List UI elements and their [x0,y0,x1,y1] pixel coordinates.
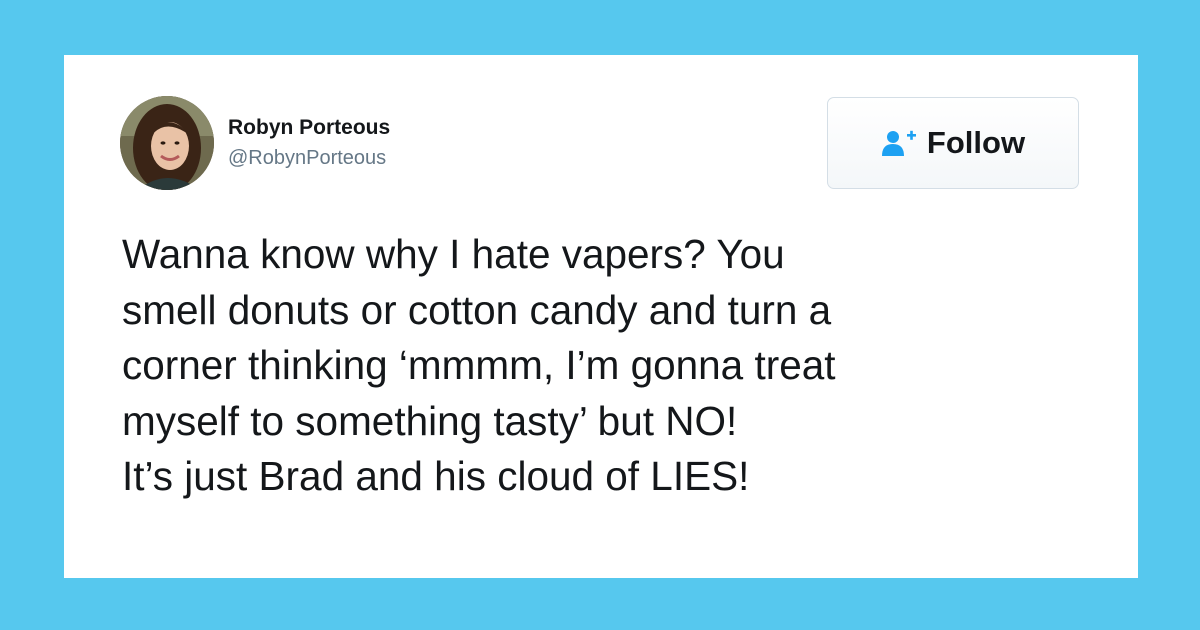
tweet-line: smell donuts or cotton candy and turn a [122,286,832,333]
follow-button-label: Follow [926,125,1026,160]
author-handle[interactable]: @RobynPorteous [228,147,386,170]
follow-button[interactable]: Follow [827,97,1079,189]
tweet-card: Robyn Porteous @RobynPorteous Follow Wan… [64,55,1138,578]
tweet-line: corner thinking ‘mmmm, I’m gonna treat [122,342,836,388]
add-user-icon [881,129,917,157]
tweet-text: Wanna know why I hate vapers? You smell … [122,227,1102,505]
tweet-line: It’s just Brad and his cloud of LIES! [122,453,750,499]
tweet-line: myself to something tasty’ but NO! [122,397,738,444]
tweet-line: Wanna know why I hate vapers? You [122,231,785,277]
author-name[interactable]: Robyn Porteous [228,116,390,140]
avatar[interactable] [120,96,214,190]
profile-photo-icon [120,96,214,190]
